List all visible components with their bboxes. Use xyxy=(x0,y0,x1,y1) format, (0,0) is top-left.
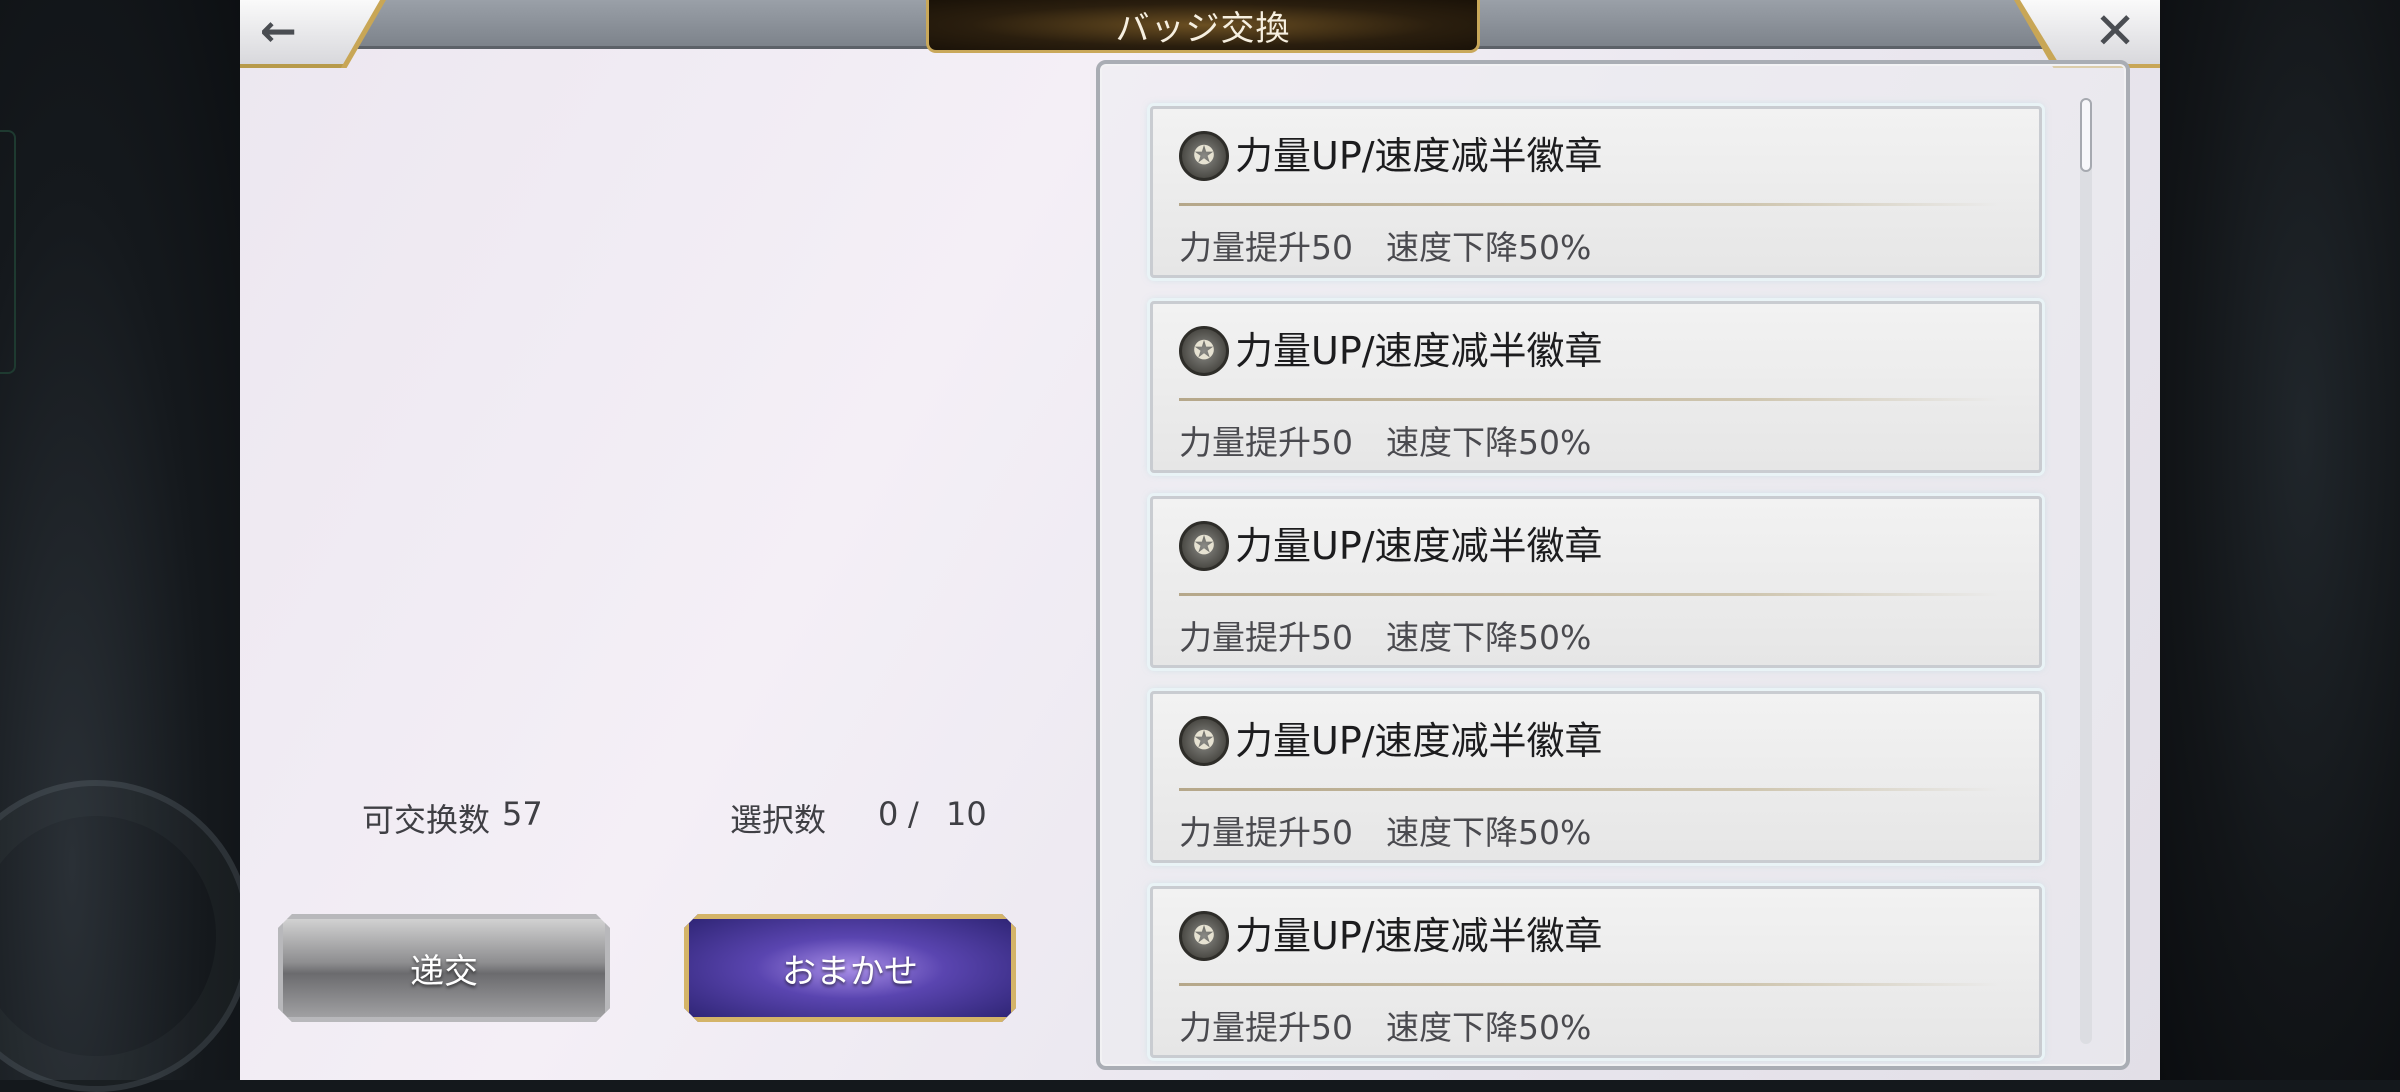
badge-star-icon: ✪ xyxy=(1179,911,1229,961)
badge-star-icon: ✪ xyxy=(1179,131,1229,181)
selected-count-max: 10 xyxy=(946,795,987,833)
badge-list[interactable]: ✪ 力量UP/速度减半徽章 力量提升50 速度下降50% ✪ 力量UP/速度减半… xyxy=(1096,60,2130,1070)
badge-title: 力量UP/速度减半徽章 xyxy=(1235,719,1603,763)
badge-list-item[interactable]: ✪ 力量UP/速度减半徽章 力量提升50 速度下降50% xyxy=(1150,691,2042,863)
background-right xyxy=(2160,0,2400,1080)
badge-list-item[interactable]: ✪ 力量UP/速度减半徽章 力量提升50 速度下降50% xyxy=(1150,496,2042,668)
badge-description: 力量提升50 速度下降50% xyxy=(1179,1008,1592,1047)
badge-list-item[interactable]: ✪ 力量UP/速度减半徽章 力量提升50 速度下降50% xyxy=(1150,106,2042,278)
scrollbar-thumb[interactable] xyxy=(2080,98,2092,172)
title-plate: バッジ交換 xyxy=(926,0,1480,53)
badge-title: 力量UP/速度减半徽章 xyxy=(1235,524,1603,568)
close-icon: ✕ xyxy=(2094,2,2136,60)
badge-star-icon: ✪ xyxy=(1179,326,1229,376)
item-divider xyxy=(1179,398,1999,401)
background-left xyxy=(0,0,252,1092)
item-divider xyxy=(1179,983,1999,986)
item-divider xyxy=(1179,593,1999,596)
badge-description: 力量提升50 速度下降50% xyxy=(1179,618,1592,657)
badge-title: 力量UP/速度减半徽章 xyxy=(1235,914,1603,958)
auto-select-button[interactable]: おまかせ xyxy=(684,914,1016,1022)
selected-count-separator: / xyxy=(908,795,919,833)
badge-description: 力量提升50 速度下降50% xyxy=(1179,813,1592,852)
badge-star-icon: ✪ xyxy=(1179,716,1229,766)
page-title: バッジ交換 xyxy=(1115,8,1291,49)
badge-title: 力量UP/速度减半徽章 xyxy=(1235,134,1603,178)
badge-title: 力量UP/速度减半徽章 xyxy=(1235,329,1603,373)
badge-exchange-panel: ← ✕ バッジ交換 可交换数 57 選択数 0 / 10 递交 おまかせ ✪ 力… xyxy=(240,0,2160,1080)
list-scrollbar[interactable] xyxy=(2080,98,2092,1044)
background-edge-decoration xyxy=(0,130,16,374)
auto-select-button-label: おまかせ xyxy=(782,951,918,992)
item-divider xyxy=(1179,203,1999,206)
badge-list-item[interactable]: ✪ 力量UP/速度减半徽章 力量提升50 速度下降50% xyxy=(1150,301,2042,473)
clock-ornament xyxy=(0,780,252,1092)
back-arrow-icon: ← xyxy=(260,6,297,57)
item-divider xyxy=(1179,788,1999,791)
back-button[interactable]: ← xyxy=(240,0,380,68)
selected-count-current: 0 xyxy=(878,795,899,833)
badge-description: 力量提升50 速度下降50% xyxy=(1179,423,1592,462)
selected-count-label: 選択数 xyxy=(730,801,827,839)
badge-description: 力量提升50 速度下降50% xyxy=(1179,228,1592,267)
trade-button-label: 递交 xyxy=(410,951,478,992)
exchangeable-count-value: 57 xyxy=(502,795,543,833)
close-button[interactable]: ✕ xyxy=(2020,0,2160,64)
badge-list-item[interactable]: ✪ 力量UP/速度减半徽章 力量提升50 速度下降50% xyxy=(1150,886,2042,1058)
exchangeable-count-label: 可交换数 xyxy=(362,801,491,839)
trade-button[interactable]: 递交 xyxy=(278,914,610,1022)
badge-star-icon: ✪ xyxy=(1179,521,1229,571)
